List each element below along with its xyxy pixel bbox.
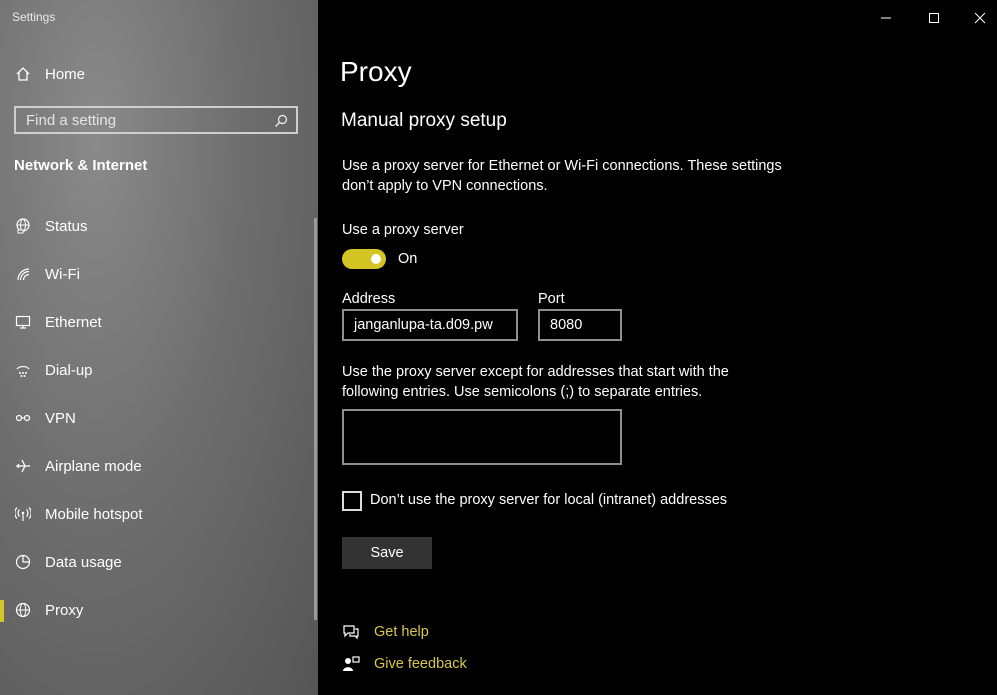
globe-icon — [14, 601, 32, 619]
get-help-link[interactable]: Get help — [374, 624, 429, 640]
port-label: Port — [538, 291, 565, 307]
page-title: Proxy — [340, 56, 412, 87]
sidebar-item-airplane[interactable]: Airplane mode — [0, 446, 318, 486]
toggle-state-label: On — [398, 251, 418, 267]
sidebar-item-label: Mobile hotspot — [45, 505, 143, 523]
address-label: Address — [342, 291, 396, 307]
sidebar-item-label: Data usage — [45, 553, 122, 571]
sidebar-scrollbar[interactable] — [314, 218, 317, 620]
sidebar-item-label: Ethernet — [45, 313, 102, 331]
section-title: Network & Internet — [14, 157, 148, 174]
home-icon — [14, 65, 32, 83]
sidebar-item-label: Airplane mode — [45, 457, 142, 475]
sidebar: Settings Home Find a setting Network & I… — [0, 0, 318, 695]
sidebar-item-dialup[interactable]: Dial-up — [0, 350, 318, 390]
vpn-icon — [14, 409, 32, 427]
sidebar-item-hotspot[interactable]: Mobile hotspot — [0, 494, 318, 534]
maximize-icon — [929, 13, 939, 23]
address-field[interactable]: janganlupa-ta.d09.pw — [342, 309, 518, 341]
give-feedback-link[interactable]: Give feedback — [374, 656, 467, 672]
search-placeholder: Find a setting — [26, 111, 117, 129]
help-icon — [341, 622, 361, 642]
sidebar-item-data-usage[interactable]: Data usage — [0, 542, 318, 582]
use-proxy-label: Use a proxy server — [342, 222, 464, 238]
sidebar-item-status[interactable]: Status — [0, 206, 318, 246]
minimize-icon — [881, 17, 891, 19]
sidebar-item-ethernet[interactable]: Ethernet — [0, 302, 318, 342]
maximize-button[interactable] — [922, 6, 946, 30]
port-field[interactable]: 8080 — [538, 309, 622, 341]
sidebar-item-label: Wi-Fi — [45, 265, 80, 283]
close-icon — [974, 12, 986, 24]
dialup-icon — [14, 361, 32, 379]
data-usage-icon — [14, 553, 32, 571]
sidebar-item-label: VPN — [45, 409, 76, 427]
use-proxy-toggle[interactable] — [342, 249, 386, 269]
search-input[interactable]: Find a setting — [14, 106, 298, 134]
main-panel — [318, 0, 997, 695]
app-title: Settings — [12, 10, 56, 24]
sidebar-item-vpn[interactable]: VPN — [0, 398, 318, 438]
airplane-icon — [14, 457, 32, 475]
toggle-knob — [371, 254, 381, 264]
hotspot-icon — [14, 505, 32, 523]
globe-network-icon — [14, 217, 32, 235]
ethernet-icon — [14, 313, 32, 331]
home-nav-item[interactable]: Home — [0, 54, 318, 94]
feedback-icon — [341, 654, 361, 674]
local-addresses-label: Don’t use the proxy server for local (in… — [370, 492, 728, 508]
sidebar-item-proxy[interactable]: Proxy — [0, 590, 318, 630]
search-icon[interactable] — [274, 114, 288, 133]
close-button[interactable] — [968, 6, 992, 30]
sidebar-item-wifi[interactable]: Wi-Fi — [0, 254, 318, 294]
home-label: Home — [45, 65, 86, 83]
minimize-button[interactable] — [874, 6, 898, 30]
section-heading: Manual proxy setup — [341, 110, 507, 131]
exceptions-description: Use the proxy server except for addresse… — [342, 364, 729, 400]
wifi-icon — [14, 265, 32, 283]
sidebar-item-label: Proxy — [45, 601, 84, 619]
sidebar-item-label: Dial-up — [45, 361, 93, 379]
proxy-description: Use a proxy server for Ethernet or Wi-Fi… — [342, 158, 782, 194]
save-button[interactable]: Save — [342, 537, 432, 569]
local-addresses-checkbox[interactable] — [342, 491, 362, 511]
sidebar-item-label: Status — [45, 217, 88, 235]
exceptions-field[interactable] — [342, 409, 622, 465]
